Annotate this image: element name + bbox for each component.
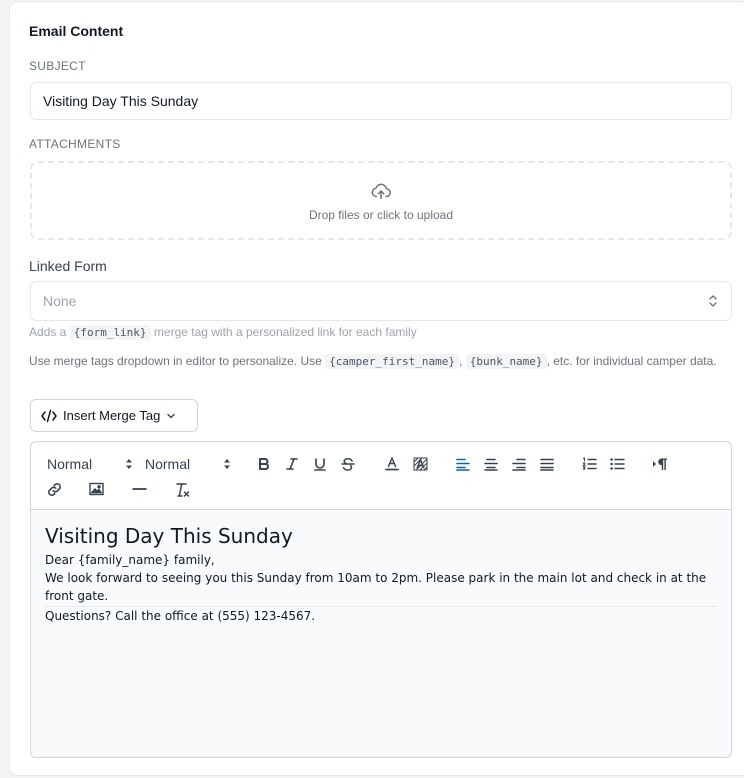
form-link-tag: {form_link}: [69, 325, 151, 340]
align-center-icon: [484, 458, 498, 471]
bold-icon: [259, 458, 269, 470]
size-picker[interactable]: Normal: [145, 454, 231, 474]
underline-button[interactable]: [310, 454, 330, 474]
subject-input[interactable]: [30, 82, 732, 120]
chevron-up-down-icon: [709, 295, 717, 307]
align-justify-button[interactable]: [537, 454, 557, 474]
bold-button[interactable]: [254, 454, 274, 474]
heading-picker[interactable]: Normal: [47, 454, 133, 474]
camper-first-name-tag: {camper_first_name}: [325, 354, 460, 369]
font-color-icon: [385, 457, 399, 471]
align-right-icon: [512, 458, 526, 471]
linked-form-value: None: [43, 293, 77, 309]
email-body-editor[interactable]: Visiting Day This Sunday Dear {family_na…: [30, 509, 732, 758]
italic-icon: [286, 458, 298, 470]
strikethrough-icon: [341, 457, 355, 471]
merge-tag-note: Use merge tags dropdown in editor to per…: [29, 354, 717, 369]
horizontal-rule-button[interactable]: [129, 479, 149, 499]
ordered-list-button[interactable]: [579, 454, 599, 474]
align-justify-icon: [540, 458, 554, 471]
picker-arrows-icon: [224, 459, 230, 469]
bullet-list-icon: [609, 458, 625, 470]
linked-form-helper: Adds a {form_link} merge tag with a pers…: [29, 325, 417, 340]
email-content-card: Email Content SUBJECT ATTACHMENTS Drop f…: [9, 1, 744, 776]
bunk-name-tag: {bunk_name}: [465, 354, 547, 369]
dropzone-text: Drop files or click to upload: [308, 207, 454, 222]
section-title: Email Content: [29, 23, 124, 39]
attachments-dropzone[interactable]: Drop files or click to upload: [30, 161, 732, 240]
align-right-button[interactable]: [509, 454, 529, 474]
link-button[interactable]: [44, 479, 64, 499]
align-center-button[interactable]: [481, 454, 501, 474]
background-color-button[interactable]: [410, 454, 430, 474]
font-color-button[interactable]: [382, 454, 402, 474]
text-direction-button[interactable]: [650, 454, 670, 474]
background-color-icon: [413, 457, 427, 471]
image-button[interactable]: [86, 479, 106, 499]
attachments-label: ATTACHMENTS: [29, 137, 121, 151]
linked-form-select[interactable]: None: [30, 281, 732, 321]
editor-footer-line: Questions? Call the office at (555) 123-…: [45, 609, 316, 623]
editor-toolbar: Normal Normal: [30, 441, 732, 509]
link-icon: [47, 482, 61, 496]
clear-format-icon: [175, 482, 189, 497]
align-left-button[interactable]: [453, 454, 473, 474]
image-icon: [88, 482, 104, 496]
cloud-upload-icon: [371, 183, 391, 199]
horizontal-rule-icon: [132, 488, 146, 490]
picker-arrows-icon: [126, 459, 132, 469]
underline-icon: [314, 458, 326, 471]
strike-button[interactable]: [338, 454, 358, 474]
insert-merge-tag-label: Insert Merge Tag: [63, 408, 161, 423]
chevron-down-icon: [167, 413, 176, 418]
subject-label: SUBJECT: [29, 59, 86, 73]
ordered-list-icon: [582, 457, 597, 470]
code-icon: [41, 409, 57, 422]
editor-greeting: Dear {family_name} family,: [45, 553, 215, 567]
linked-form-label: Linked Form: [29, 258, 107, 274]
italic-button[interactable]: [282, 454, 302, 474]
pilcrow-direction-icon: [653, 458, 667, 470]
editor-body-paragraph: We look forward to seeing you this Sunda…: [45, 571, 707, 603]
insert-merge-tag-button[interactable]: Insert Merge Tag: [30, 399, 198, 432]
bullet-list-button[interactable]: [607, 454, 627, 474]
align-left-icon: [456, 458, 470, 471]
editor-heading: Visiting Day This Sunday: [45, 524, 293, 548]
clear-format-button[interactable]: [172, 479, 192, 499]
